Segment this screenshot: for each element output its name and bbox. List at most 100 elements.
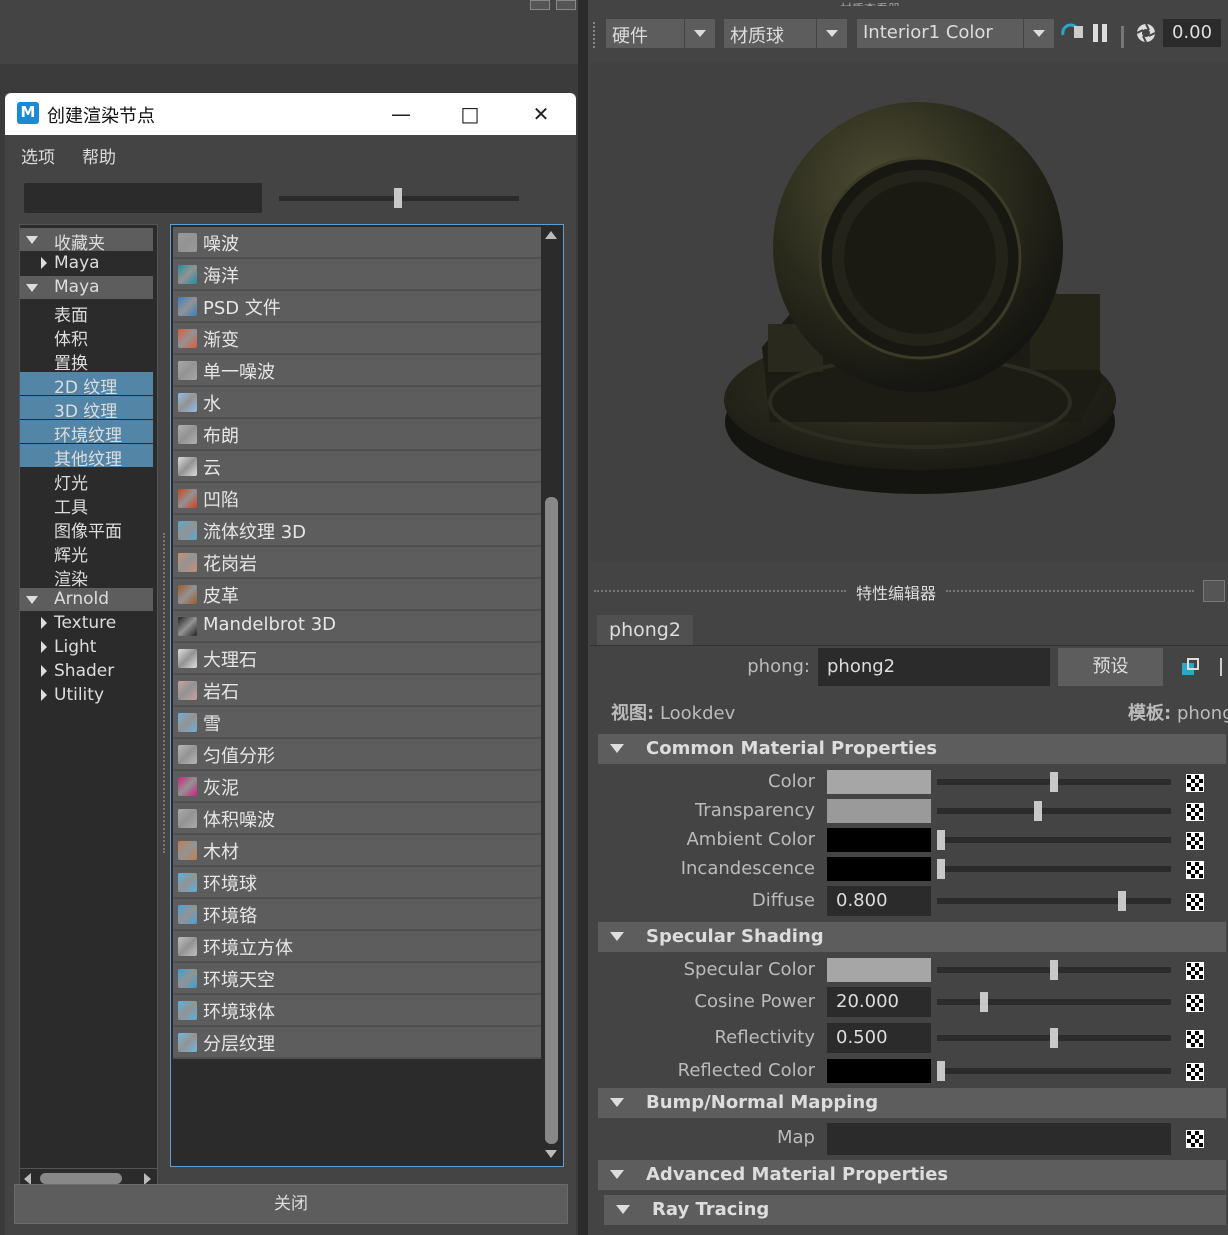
template-value[interactable]: phong [1177,703,1228,724]
tree-item[interactable]: 2D 纹理 [20,372,153,398]
list-item[interactable]: 水 [173,387,541,419]
list-item[interactable]: 分层纹理 [173,1027,541,1059]
section-common-material[interactable]: Common Material Properties [598,734,1226,764]
chevron-down-icon[interactable] [816,19,847,48]
list-item[interactable]: 云 [173,451,541,483]
tree-item[interactable]: Arnold [20,588,153,611]
tree-item[interactable]: 收藏夹 [20,228,153,254]
attr-slider-handle[interactable] [1034,801,1043,821]
copy-tab-icon[interactable] [1220,658,1228,676]
tree-item[interactable]: 表面 [20,300,153,326]
attr-slider-handle[interactable] [1050,1028,1058,1048]
tree-item[interactable]: Light [20,636,153,659]
chevron-down-icon[interactable] [1023,19,1054,48]
map-texture-icon[interactable] [1186,861,1204,879]
material-preview-viewport[interactable] [590,62,1228,562]
attr-slider[interactable] [937,808,1171,814]
tree-item[interactable]: Maya [20,276,153,299]
collapse-triangle-icon[interactable] [41,665,47,677]
attr-slider-handle[interactable] [937,859,945,879]
list-item[interactable]: 流体纹理 3D [173,515,541,547]
list-item[interactable]: 环境铬 [173,899,541,931]
section-advanced-material[interactable]: Advanced Material Properties [598,1160,1226,1190]
pause-icon[interactable] [1092,23,1108,43]
attr-slider-handle[interactable] [1050,960,1058,980]
list-item[interactable]: 环境球体 [173,995,541,1027]
numeric-field[interactable]: 0.800 [827,886,931,916]
list-item[interactable]: 渐变 [173,323,541,355]
scroll-up-icon[interactable] [545,231,557,239]
tree-item[interactable]: Maya [20,252,153,275]
tree-item[interactable]: 灯光 [20,468,153,494]
menu-help[interactable]: 帮助 [82,143,116,168]
close-icon[interactable]: ✕ [519,99,563,129]
tree-item[interactable]: 辉光 [20,540,153,566]
section-specular-shading[interactable]: Specular Shading [598,922,1226,952]
attr-slider-handle[interactable] [937,830,945,850]
tree-item[interactable]: 体积 [20,324,153,350]
map-texture-icon[interactable] [1186,832,1204,850]
tree-item[interactable]: 工具 [20,492,153,518]
pane-divider[interactable] [578,0,588,1235]
color-swatch[interactable] [827,1059,931,1083]
collapse-triangle-icon[interactable] [41,641,47,653]
scroll-down-icon[interactable] [545,1150,557,1158]
collapse-triangle-icon[interactable] [41,689,47,701]
attr-slider-handle[interactable] [979,992,988,1012]
refresh-render-icon[interactable] [1060,22,1084,44]
renderer-dropdown[interactable]: 硬件 [606,19,715,48]
color-swatch[interactable] [827,770,931,794]
color-swatch[interactable] [827,799,931,823]
list-item[interactable]: 海洋 [173,259,541,291]
chevron-down-icon[interactable] [684,19,715,48]
list-item[interactable]: 岩石 [173,675,541,707]
list-item[interactable]: 花岗岩 [173,547,541,579]
scroll-thumb[interactable] [545,497,558,1144]
list-item[interactable]: 皮革 [173,579,541,611]
menu-options[interactable]: 选项 [21,143,55,168]
list-item[interactable]: 体积噪波 [173,803,541,835]
expand-triangle-icon[interactable] [616,1205,630,1214]
list-item[interactable]: 凹陷 [173,483,541,515]
expand-triangle-icon[interactable] [610,1170,624,1179]
presets-button[interactable]: 预设 [1058,648,1163,686]
tree-item[interactable]: 图像平面 [20,516,153,542]
float-panel-icon[interactable] [1203,580,1225,602]
list-item[interactable]: 环境立方体 [173,931,541,963]
tree-item[interactable]: 环境纹理 [20,420,153,446]
attr-slider[interactable] [937,866,1171,872]
environment-dropdown[interactable]: Interior1 Color [857,19,1054,48]
numeric-field[interactable]: 20.000 [827,987,931,1017]
collapse-triangle-icon[interactable] [41,617,47,629]
focus-icon[interactable] [1180,657,1200,677]
section-ray-tracing[interactable]: Ray Tracing [604,1195,1226,1225]
tree-item[interactable]: Utility [20,684,153,707]
collapse-triangle-icon[interactable] [41,257,47,269]
list-item[interactable]: 大理石 [173,643,541,675]
list-item[interactable]: 雪 [173,707,541,739]
map-texture-icon[interactable] [1186,962,1204,980]
list-item[interactable]: 环境天空 [173,963,541,995]
expand-triangle-icon[interactable] [26,596,38,604]
tree-item[interactable]: Shader [20,660,153,683]
node-name-field[interactable]: phong2 [818,648,1050,686]
map-texture-icon[interactable] [1186,803,1204,821]
attr-slider-handle[interactable] [937,1061,945,1081]
attr-slider-handle[interactable] [1050,772,1058,792]
section-bump-normal-mapping[interactable]: Bump/Normal Mapping [598,1088,1226,1118]
map-field[interactable] [827,1123,1171,1155]
window-close-button[interactable] [556,0,576,10]
map-texture-icon[interactable] [1186,1030,1204,1048]
shape-dropdown[interactable]: 材质球 [724,19,847,48]
list-item[interactable]: PSD 文件 [173,291,541,323]
list-item[interactable]: 灰泥 [173,771,541,803]
attr-slider[interactable] [937,898,1171,904]
expand-triangle-icon[interactable] [610,1098,624,1107]
scroll-thumb[interactable] [40,1173,122,1184]
map-texture-icon[interactable] [1186,994,1204,1012]
tree-item[interactable]: Texture [20,612,153,635]
map-texture-icon[interactable] [1186,774,1204,792]
tab-phong2[interactable]: phong2 [597,615,693,645]
search-input[interactable] [24,183,262,213]
map-texture-icon[interactable] [1186,1130,1204,1148]
